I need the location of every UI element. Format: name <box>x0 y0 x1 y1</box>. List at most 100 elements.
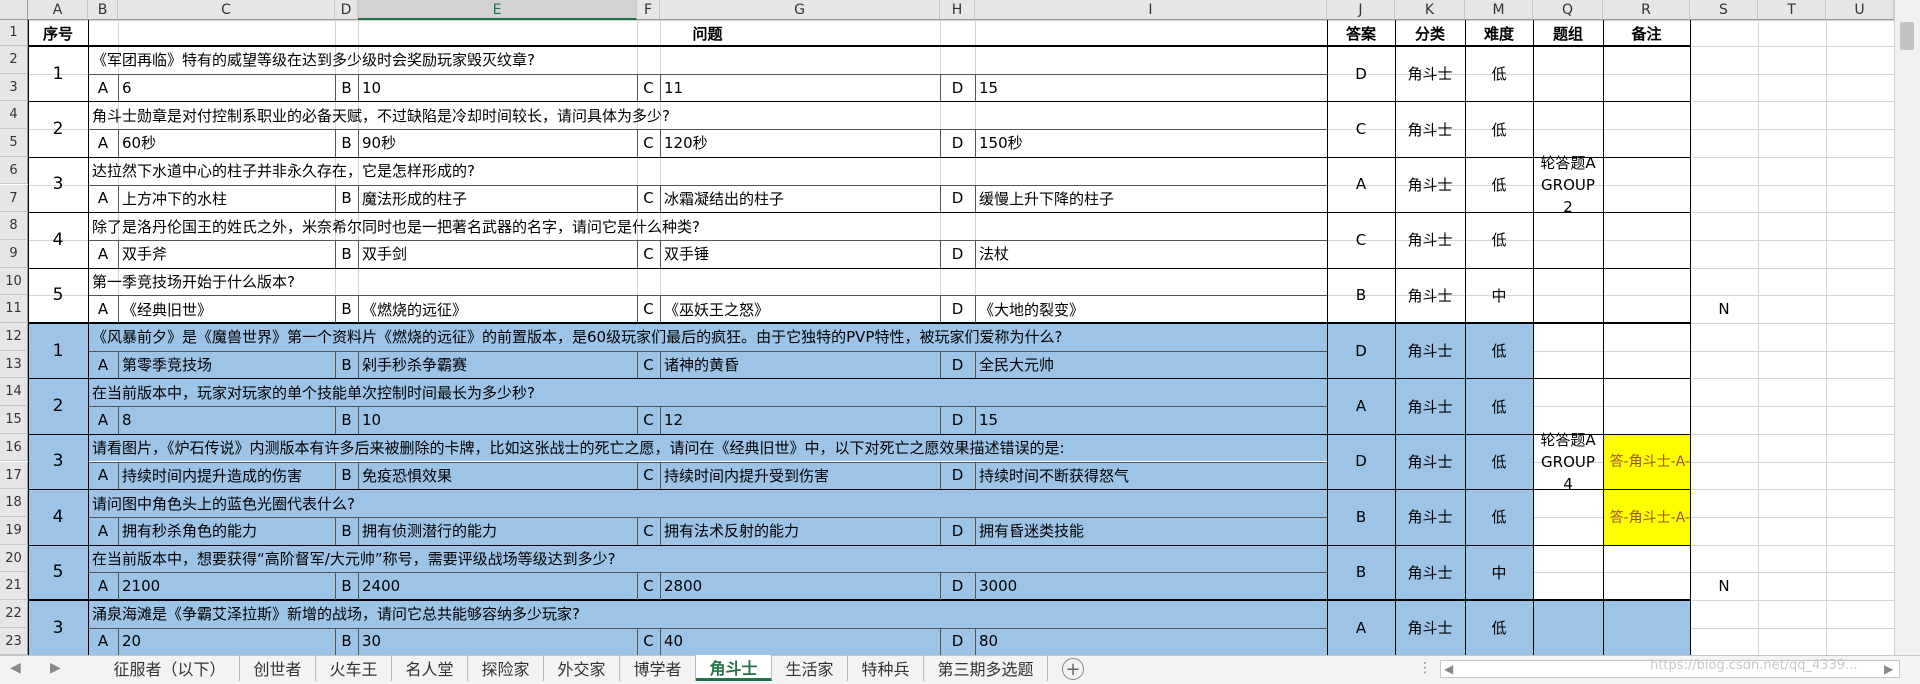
sheet-tab[interactable]: 名人堂 <box>392 655 468 681</box>
option-d-text: 《大地的裂变》 <box>979 300 1085 319</box>
column-header-i[interactable]: I <box>975 0 1327 20</box>
option-letter-d: D <box>940 406 975 434</box>
column-header-u[interactable]: U <box>1826 0 1894 20</box>
sheet-tab[interactable]: 征服者（以下） <box>100 655 240 681</box>
more-tabs-icon[interactable]: ⋮ <box>1418 660 1432 678</box>
row-header[interactable]: 9 <box>0 239 28 268</box>
column-header-t[interactable]: T <box>1758 0 1826 20</box>
option-letter-d: D <box>940 627 975 655</box>
sheet-tab[interactable]: 外交家 <box>544 655 620 681</box>
vertical-scrollbar[interactable] <box>1894 0 1920 655</box>
row-header[interactable]: 21 <box>0 572 28 600</box>
column-header-e[interactable]: E <box>358 0 637 20</box>
difficulty-cell: 中 <box>1491 286 1507 305</box>
scroll-left-icon[interactable]: ◀ <box>1444 662 1458 676</box>
column-header-c[interactable]: C <box>118 0 335 20</box>
sheet-tab[interactable]: 角斗士 <box>696 655 772 681</box>
row-header[interactable]: 10 <box>0 267 28 296</box>
row-header[interactable]: 1 <box>0 20 28 46</box>
row-header[interactable]: 3 <box>0 73 28 102</box>
row-header[interactable]: 6 <box>0 156 28 185</box>
option-letter-c: C <box>637 350 660 379</box>
note-cell: 答-角斗士-A- <box>1603 489 1690 545</box>
add-sheet-icon[interactable]: + <box>1062 658 1084 680</box>
vertical-scrollbar-thumb[interactable] <box>1900 22 1914 50</box>
difficulty-cell: 低 <box>1465 433 1533 490</box>
option-c-text: 40 <box>660 627 940 655</box>
option-letter-a: A <box>88 461 118 490</box>
option-c-text: 12 <box>660 406 940 434</box>
row-header[interactable]: 19 <box>0 516 28 545</box>
sheet-tab[interactable]: 生活家 <box>772 655 848 681</box>
answer-cell: B <box>1327 489 1395 545</box>
answer-cell: D <box>1327 323 1395 379</box>
column-header-q[interactable]: Q <box>1533 0 1603 20</box>
answer-cell: A <box>1327 378 1395 434</box>
option-d-text: 15 <box>979 78 999 97</box>
option-letter-a: A <box>88 627 118 655</box>
sheet-tab[interactable]: 火车王 <box>316 655 392 681</box>
option-b-text: 10 <box>362 78 382 97</box>
question-text: 角斗士勋章是对付控制系职业的必备天赋，不过缺陷是冷却时间较长，请问具体为多少? <box>92 106 670 125</box>
column-header-a[interactable]: A <box>28 0 88 20</box>
row-header[interactable]: 11 <box>0 295 28 323</box>
column-header-m[interactable]: M <box>1465 0 1533 20</box>
option-letter-c: C <box>637 406 660 434</box>
option-a-text: 6 <box>122 78 132 97</box>
difficulty-cell: 中 <box>1465 544 1533 600</box>
sheet-tab[interactable]: 探险家 <box>468 655 544 681</box>
option-c-text: 《巫妖王之怒》 <box>664 300 770 319</box>
sheet-tab[interactable]: 特种兵 <box>848 655 924 681</box>
row-header[interactable]: 13 <box>0 350 28 379</box>
row-header[interactable]: 7 <box>0 184 28 213</box>
option-letter-a: A <box>97 244 109 263</box>
sheet-tab[interactable]: 第三期多选题 <box>924 655 1048 681</box>
option-letter-a: A <box>97 300 109 319</box>
option-letter-a: A <box>97 189 109 208</box>
column-header-g[interactable]: G <box>660 0 940 20</box>
row-header[interactable]: 4 <box>0 101 28 130</box>
header-question: 问题 <box>692 24 723 43</box>
row-header[interactable]: 18 <box>0 489 28 517</box>
option-letter-a: A <box>88 406 118 434</box>
tab-scroll-right-icon[interactable]: ▶ <box>50 660 70 680</box>
column-header-j[interactable]: J <box>1327 0 1395 20</box>
row-header[interactable]: 8 <box>0 212 28 240</box>
column-header-b[interactable]: B <box>88 0 118 20</box>
column-header-s[interactable]: S <box>1690 0 1758 20</box>
sheet-tab[interactable]: 博学者 <box>620 655 696 681</box>
column-header-f[interactable]: F <box>637 0 660 20</box>
option-a-text: 双手斧 <box>122 245 168 264</box>
row-header[interactable]: 15 <box>0 406 28 434</box>
column-header-h[interactable]: H <box>940 0 975 20</box>
row-header[interactable]: 12 <box>0 323 28 351</box>
row-header[interactable]: 22 <box>0 600 28 628</box>
column-header-r[interactable]: R <box>1603 0 1690 20</box>
row-header[interactable]: 23 <box>0 627 28 655</box>
option-letter-c: C <box>643 244 654 263</box>
category-cell: 角斗士 <box>1407 120 1453 139</box>
select-all-corner[interactable] <box>0 0 28 20</box>
answer-cell: D <box>1327 433 1395 490</box>
tab-scroll-left-icon[interactable]: ◀ <box>10 660 30 680</box>
column-header-k[interactable]: K <box>1395 0 1465 20</box>
option-letter-c: C <box>637 516 660 545</box>
row-header[interactable]: 16 <box>0 433 28 462</box>
option-letter-c: C <box>643 189 654 208</box>
header-difficulty: 难度 <box>1483 24 1514 43</box>
question-number: 2 <box>28 378 88 434</box>
answer-cell: B <box>1327 544 1395 600</box>
row-header[interactable]: 17 <box>0 461 28 490</box>
option-c-text: 诸神的黄昏 <box>660 350 940 379</box>
question-text: 达拉然下水道中心的柱子并非永久存在，它是怎样形成的? <box>92 162 475 181</box>
sheet-tab[interactable]: 创世者 <box>240 655 316 681</box>
row-header[interactable]: 20 <box>0 544 28 573</box>
row-header[interactable]: 14 <box>0 378 28 407</box>
column-header-d[interactable]: D <box>335 0 358 20</box>
option-d-text: 缓慢上升下降的柱子 <box>979 189 1115 208</box>
row-header[interactable]: 5 <box>0 129 28 157</box>
header-note: 备注 <box>1631 24 1662 43</box>
option-letter-a: A <box>97 133 109 152</box>
watermark: https://blog.csdn.net/qq_4339... <box>1650 658 1858 673</box>
row-header[interactable]: 2 <box>0 46 28 74</box>
